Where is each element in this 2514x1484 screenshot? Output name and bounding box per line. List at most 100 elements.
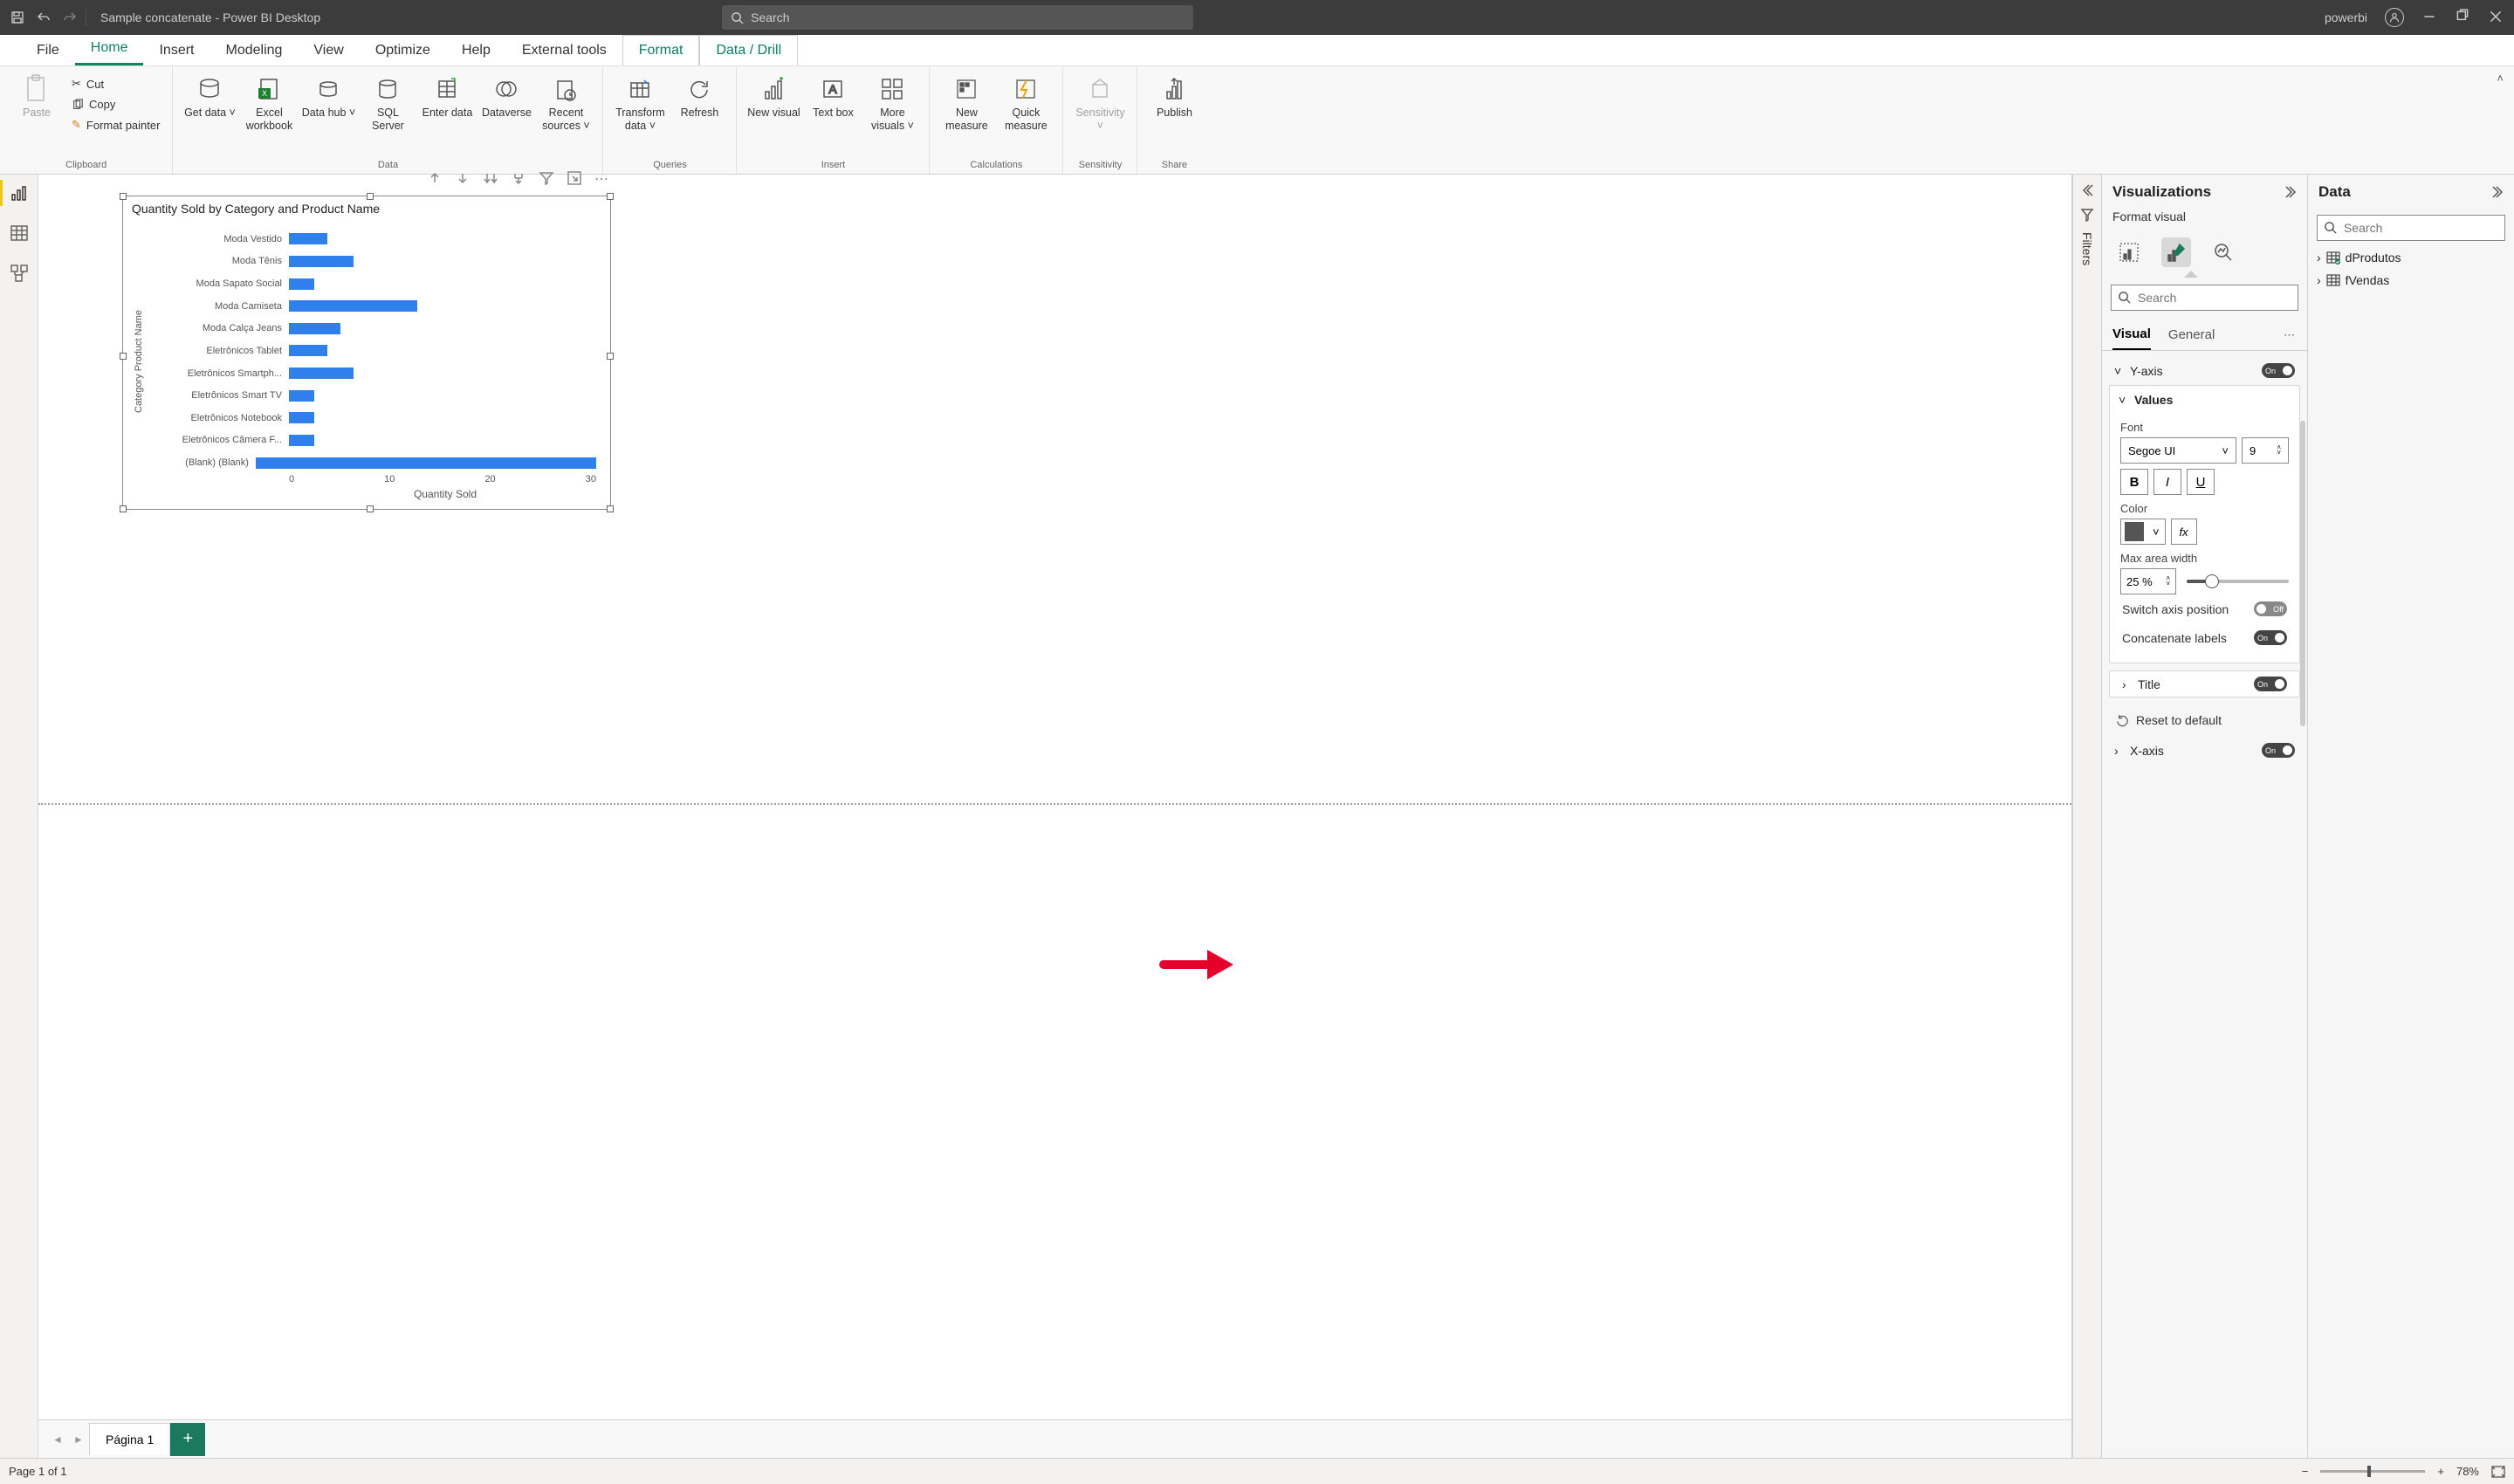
drill-up-icon[interactable] [427, 170, 443, 188]
more-visuals-button[interactable]: More visuals ˅ [864, 70, 920, 133]
table-view-icon[interactable] [10, 223, 29, 243]
excel-button[interactable]: XExcel workbook [241, 70, 297, 133]
user-avatar-icon[interactable] [2385, 8, 2404, 27]
publish-button[interactable]: Publish [1146, 70, 1202, 120]
format-visual-icon[interactable] [2161, 237, 2191, 267]
table-item[interactable]: › dProdutos [2308, 246, 2514, 269]
tab-file[interactable]: File [21, 36, 75, 65]
quick-measure-button[interactable]: Quick measure [998, 70, 1054, 133]
format-painter-button[interactable]: ✎Format painter [68, 116, 163, 134]
bar[interactable] [289, 345, 327, 356]
tab-optimize[interactable]: Optimize [360, 36, 446, 65]
bar[interactable] [256, 457, 596, 469]
redo-icon[interactable] [63, 10, 77, 24]
filter-icon[interactable] [539, 170, 554, 188]
x-axis-label[interactable]: X-axis [2130, 744, 2164, 758]
values-label[interactable]: Values [2134, 393, 2173, 407]
page-prev-icon[interactable]: ◄ [47, 1433, 68, 1446]
expand-next-icon[interactable] [483, 170, 498, 188]
bar[interactable] [289, 278, 314, 290]
more-options-icon[interactable]: ⋯ [594, 170, 610, 188]
copy-button[interactable]: Copy [68, 96, 163, 113]
new-visual-button[interactable]: New visual [745, 70, 801, 120]
recent-sources-button[interactable]: Recent sources ˅ [538, 70, 594, 133]
data-search-input[interactable] [2317, 215, 2505, 241]
refresh-button[interactable]: Refresh [671, 70, 727, 120]
add-page-button[interactable]: + [170, 1423, 205, 1456]
title-section-label[interactable]: Title [2138, 677, 2160, 691]
bar[interactable] [289, 412, 314, 423]
chevron-down-icon[interactable]: ˅ [2114, 364, 2125, 378]
underline-button[interactable]: U [2187, 469, 2215, 495]
zoom-slider[interactable] [2320, 1470, 2425, 1473]
focus-mode-icon[interactable] [567, 170, 582, 188]
chevron-down-icon[interactable]: ˅ [2119, 393, 2129, 407]
bar[interactable] [289, 323, 340, 334]
bar[interactable] [289, 233, 327, 244]
font-size-input[interactable]: 9˄˅ [2242, 437, 2289, 464]
drill-down-icon[interactable] [455, 170, 471, 188]
bar[interactable] [289, 390, 314, 402]
sensitivity-button[interactable]: Sensitivity˅ [1072, 70, 1128, 133]
switch-axis-toggle[interactable]: Off [2254, 601, 2287, 616]
format-tab-general[interactable]: General [2168, 320, 2215, 349]
zoom-in-icon[interactable]: + [2437, 1465, 2444, 1478]
undo-icon[interactable] [37, 10, 51, 24]
maximize-icon[interactable] [2455, 9, 2470, 27]
expand-all-icon[interactable] [511, 170, 526, 188]
save-icon[interactable] [10, 10, 24, 24]
page-tab-1[interactable]: Página 1 [89, 1423, 170, 1455]
fit-to-page-icon[interactable] [2491, 1466, 2505, 1478]
format-search-input[interactable] [2111, 285, 2298, 311]
tab-data-drill[interactable]: Data / Drill [699, 35, 798, 65]
tab-external-tools[interactable]: External tools [506, 36, 622, 65]
format-more-icon[interactable]: ⋯ [2284, 328, 2297, 342]
fx-button[interactable]: fx [2171, 519, 2197, 545]
bar[interactable] [289, 368, 354, 379]
enter-data-button[interactable]: Enter data [419, 70, 475, 120]
data-hub-button[interactable]: Data hub ˅ [300, 70, 356, 120]
zoom-out-icon[interactable]: − [2302, 1465, 2309, 1478]
font-family-dropdown[interactable]: Segoe UI˅ [2120, 437, 2236, 464]
bar[interactable] [289, 435, 314, 446]
model-view-icon[interactable] [10, 264, 29, 283]
global-search[interactable]: Search [722, 5, 1193, 30]
max-area-input[interactable]: 25 %˄˅ [2120, 568, 2176, 594]
bold-button[interactable]: B [2120, 469, 2148, 495]
report-view-icon[interactable] [10, 183, 29, 203]
max-area-slider[interactable] [2187, 580, 2289, 583]
bar[interactable] [289, 300, 417, 312]
chevron-right-icon[interactable]: › [2114, 744, 2125, 758]
reset-to-default[interactable]: Reset to default [2109, 704, 2300, 736]
get-data-button[interactable]: Get data ˅ [182, 70, 237, 120]
user-name[interactable]: powerbi [2325, 10, 2367, 24]
format-scrollbar[interactable] [2300, 421, 2305, 726]
page-next-icon[interactable]: ► [68, 1433, 89, 1446]
color-picker[interactable]: ˅ [2120, 519, 2166, 545]
new-measure-button[interactable]: New measure [938, 70, 994, 133]
text-box-button[interactable]: AText box [805, 70, 861, 120]
y-axis-toggle[interactable]: On [2262, 363, 2295, 378]
dataverse-button[interactable]: Dataverse [478, 70, 534, 120]
cut-button[interactable]: ✂Cut [68, 75, 163, 93]
build-visual-icon[interactable] [2114, 237, 2144, 267]
collapse-data-icon[interactable] [2490, 185, 2504, 199]
x-axis-toggle[interactable]: On [2262, 743, 2295, 758]
paste-button[interactable]: Paste [9, 70, 65, 120]
table-item[interactable]: › fVendas [2308, 269, 2514, 292]
tab-insert[interactable]: Insert [143, 36, 210, 65]
tab-help[interactable]: Help [446, 36, 506, 65]
format-tab-visual[interactable]: Visual [2112, 319, 2151, 350]
tab-view[interactable]: View [298, 36, 359, 65]
tab-modeling[interactable]: Modeling [210, 36, 298, 65]
filters-label[interactable]: Filters [2080, 232, 2094, 265]
collapse-viz-icon[interactable] [2283, 185, 2297, 199]
expand-filters-icon[interactable] [2080, 183, 2094, 197]
minimize-icon[interactable] [2421, 9, 2437, 27]
italic-button[interactable]: I [2153, 469, 2181, 495]
bar[interactable] [289, 256, 354, 267]
tab-format[interactable]: Format [622, 35, 700, 65]
bar-chart-visual[interactable]: ⋯ Quantity Sold by Category and Product … [122, 196, 611, 510]
y-axis-label[interactable]: Y-axis [2130, 364, 2163, 378]
transform-data-button[interactable]: Transform data ˅ [612, 70, 668, 133]
